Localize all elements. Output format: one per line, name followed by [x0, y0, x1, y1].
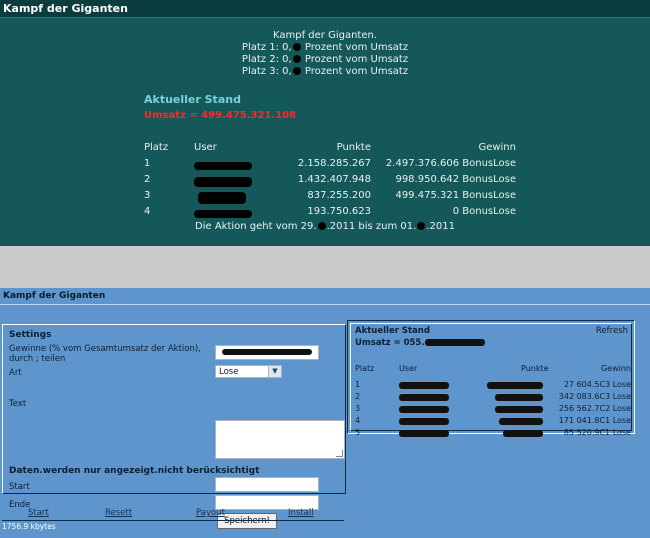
redacted-input-value — [222, 349, 312, 355]
bottom-panel: Kampf der Giganten Settings Gewinne (% v… — [0, 288, 650, 538]
intro-line-2: Platz 2: 0, Prozent vom Umsatz — [241, 54, 409, 65]
redaction-dot — [417, 222, 426, 230]
settings-title: Settings — [9, 330, 52, 340]
separator-gap — [0, 246, 650, 288]
redacted-punkte — [499, 418, 543, 425]
stand-box-umsatz: Umsatz = 055. — [355, 338, 485, 348]
tab-install[interactable]: Install — [288, 508, 314, 518]
stand-box-inner: Aktueller Stand Refresh Umsatz = 055. Pl… — [350, 323, 632, 437]
title-divider — [0, 304, 650, 305]
daten-heading: Daten.werden nur angezeigt.nicht berücks… — [9, 466, 260, 476]
text-area[interactable] — [215, 420, 345, 459]
table-row: 2 342 083.6C3 Lose — [355, 392, 631, 401]
chevron-down-icon[interactable]: ▼ — [268, 366, 281, 377]
umsatz-value: Umsatz = 499.475.321.108 — [144, 110, 297, 121]
redacted-username — [194, 177, 252, 187]
start-label: Start — [9, 482, 30, 492]
gewinne-label: Gewinne (% vom Gesamtumsatz der Aktion),… — [9, 344, 201, 364]
tabs-divider — [2, 520, 344, 521]
text-label: Text — [9, 399, 27, 409]
art-select[interactable]: Lose ▼ — [215, 365, 282, 378]
art-label: Art — [9, 368, 22, 378]
redacted-username — [399, 394, 449, 401]
stand-box: Aktueller Stand Refresh Umsatz = 055. Pl… — [347, 320, 635, 437]
aktion-dates: Die Aktion geht vom 29. .2011 bis zum 01.… — [195, 221, 455, 232]
redaction-dot — [317, 222, 326, 230]
redaction-dot — [292, 55, 301, 63]
redacted-punkte — [495, 394, 543, 401]
intro-line-1: Platz 1: 0, Prozent vom Umsatz — [241, 42, 409, 53]
redacted-punkte — [503, 430, 543, 437]
intro-block: Kampf der Giganten. Platz 1: 0, Prozent … — [0, 30, 650, 78]
stand-box-title: Aktueller Stand — [355, 326, 430, 336]
redacted-username — [399, 382, 449, 389]
top-title-bar: Kampf der Giganten — [0, 0, 650, 18]
table-row: 1 27 604.5C3 Lose — [355, 380, 631, 389]
start-input[interactable] — [215, 477, 319, 492]
top-panel: Kampf der Giganten Kampf der Giganten. P… — [0, 0, 650, 246]
redacted-username — [198, 192, 246, 204]
table-row: 4 193.750.623 0 BonusLose — [144, 206, 516, 218]
redacted-punkte — [487, 382, 543, 389]
gewinne-input[interactable] — [215, 345, 319, 360]
table-row: 2 1.432.407.948 998.950.642 BonusLose — [144, 174, 516, 187]
table-row: 5 85 520.9C1 Lose — [355, 428, 631, 437]
redacted-username — [194, 162, 252, 170]
redacted-username — [399, 418, 449, 425]
action-links: Start Resett Payout Install — [2, 508, 344, 520]
stand-heading: Aktueller Stand — [144, 93, 241, 106]
tab-payout[interactable]: Payout — [196, 508, 225, 518]
redacted-umsatz — [424, 339, 485, 346]
refresh-link[interactable]: Refresh — [596, 326, 628, 336]
table-row: 1 2.158.285.267 2.497.376.606 BonusLose — [144, 158, 516, 170]
stand-box-table: Platz User Punkte Gewinn 1 27 604.5C3 Lo… — [355, 364, 631, 440]
redaction-dot — [292, 43, 301, 51]
table-row: 4 171 041.8C1 Lose — [355, 416, 631, 425]
table-row: 3 256 562.7C2 Lose — [355, 404, 631, 413]
settings-box: Settings Gewinne (% vom Gesamtumsatz der… — [2, 324, 346, 529]
ranking-table: Platz User Punkte Gewinn 1 2.158.285.267… — [144, 142, 516, 222]
table-header: Platz User Punkte Gewinn — [355, 364, 631, 373]
redaction-dot — [292, 67, 301, 75]
intro-line-3: Platz 3: 0, Prozent vom Umsatz — [241, 66, 409, 77]
redacted-username — [194, 210, 252, 218]
intro-heading: Kampf der Giganten. — [272, 30, 378, 41]
bottom-title: Kampf der Giganten — [3, 291, 106, 301]
redacted-punkte — [495, 406, 543, 413]
tab-resett[interactable]: Resett — [105, 508, 132, 518]
redacted-username — [399, 430, 449, 437]
redacted-username — [399, 406, 449, 413]
tab-start[interactable]: Start — [28, 508, 49, 518]
table-row: 3 837.255.200 499.475.321 BonusLose — [144, 190, 516, 206]
filesize-text: 1756.9 kbytes — [2, 522, 56, 531]
table-header: Platz User Punkte Gewinn — [144, 142, 516, 153]
